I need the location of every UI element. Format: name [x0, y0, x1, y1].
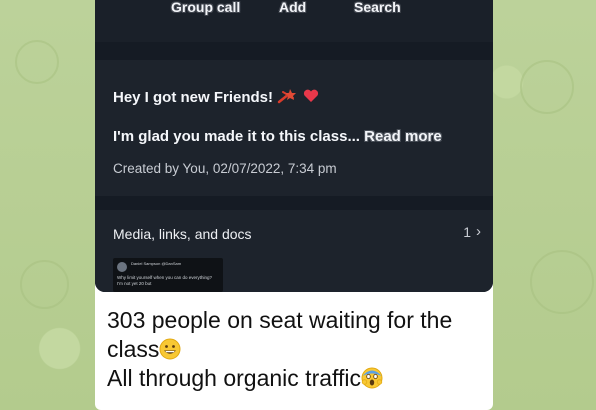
- media-label: Media, links, and docs: [113, 226, 252, 242]
- group-actions-bar: Group call Add Search: [95, 0, 493, 42]
- grinning-face-icon: [159, 338, 181, 360]
- screenshot-image[interactable]: Group call Add Search Hey I got new Frie…: [95, 0, 493, 292]
- caption-line-2: class: [107, 336, 160, 362]
- read-more-link: Read more: [364, 128, 442, 145]
- search-button: Search: [354, 0, 401, 15]
- caption-line-1: 303 people on seat waiting for the: [107, 307, 453, 333]
- media-links-docs-row: Media, links, and docs 1 › Daniel Sampso…: [95, 210, 493, 292]
- group-info-card: Hey I got new Friends! I'm glad you made…: [95, 60, 493, 196]
- group-call-button: Group call: [171, 0, 241, 15]
- media-thumbnail: Daniel Sampson @DanSam Why limit yoursel…: [113, 258, 223, 292]
- thumb-text: Why limit yourself when you can do every…: [117, 275, 213, 286]
- group-description: I'm glad you made it to this class... Re…: [113, 128, 442, 145]
- wallpaper-doodle: [20, 260, 69, 309]
- shooting-star-icon: [277, 89, 297, 104]
- wallpaper-doodle: [520, 60, 574, 114]
- avatar: [117, 262, 127, 272]
- media-count: 1: [463, 224, 471, 240]
- group-title: Hey I got new Friends!: [113, 88, 319, 106]
- add-button: Add: [279, 0, 307, 15]
- red-heart-icon: [304, 89, 319, 102]
- chevron-right-icon: ›: [476, 223, 481, 240]
- wallpaper-doodle: [15, 40, 59, 84]
- screaming-face-icon: [361, 367, 383, 389]
- thumb-author: Daniel Sampson @DanSam: [131, 261, 182, 266]
- wallpaper-doodle: [530, 250, 594, 314]
- message-caption: 303 people on seat waiting for the class…: [107, 306, 491, 393]
- created-info: Created by You, 02/07/2022, 7:34 pm: [113, 161, 337, 176]
- caption-line-3: All through organic traffic: [107, 365, 361, 391]
